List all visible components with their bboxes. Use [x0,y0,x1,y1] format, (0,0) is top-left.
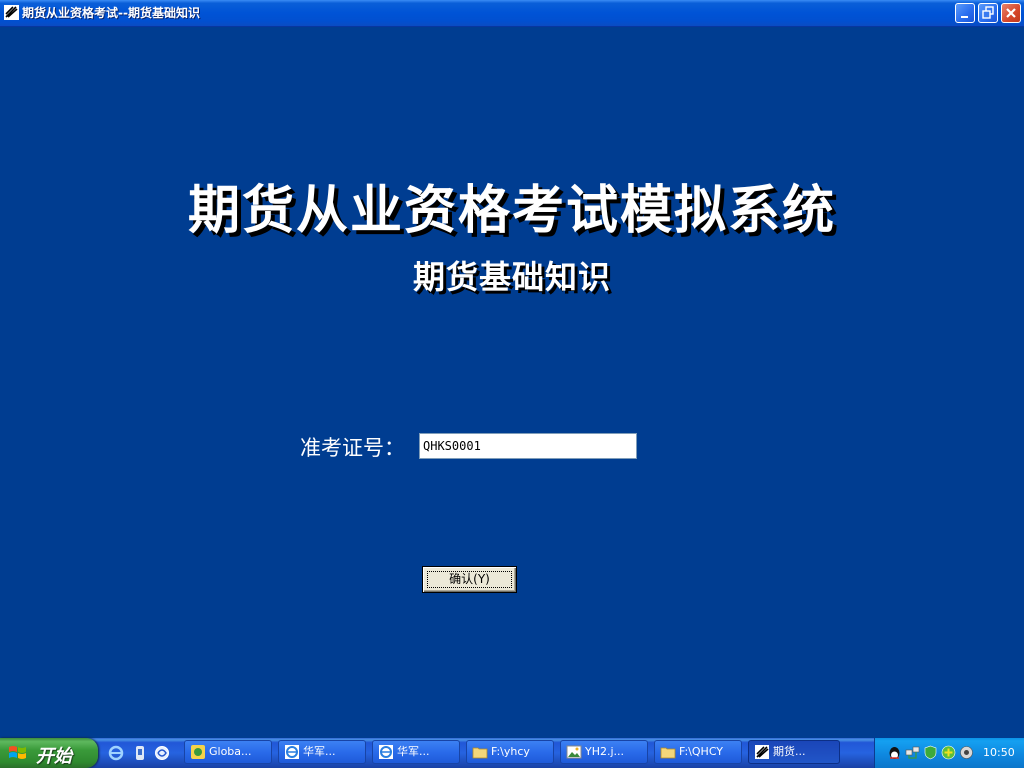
volume-icon[interactable] [959,745,974,760]
system-tray: 10:50 [874,738,1024,768]
folder-icon [472,747,488,759]
system-title: 期货从业资格考试模拟系统 [187,181,836,241]
media-icon[interactable] [132,745,148,761]
ie-icon[interactable] [108,745,124,761]
task-label: 华军... [397,745,430,758]
windows-logo-icon [9,746,26,759]
confirm-button[interactable]: 确认(Y) [422,566,517,593]
task-label: F:\yhcy [491,745,530,758]
task-button-huajun-1[interactable]: 华军... [278,740,366,764]
clock: 10:50 [983,746,1015,759]
restore-icon [982,6,994,19]
task-button-futures-app[interactable]: 期货... [748,740,840,764]
task-button-folder-qhcy[interactable]: F:\QHCY [654,740,742,764]
ie-icon [285,745,299,759]
task-button-huajun-2[interactable]: 华军... [372,740,460,764]
qq-icon[interactable] [887,745,902,760]
exam-id-label: 准考证号： [300,436,405,460]
browser-icon[interactable] [154,745,170,761]
task-button-folder-yhcy[interactable]: F:\yhcy [466,740,554,764]
task-label: F:\QHCY [679,745,724,758]
task-label: YH2.j... [585,745,625,758]
shield-icon[interactable] [923,745,938,760]
folder-icon [660,747,676,759]
task-button-image[interactable]: YH2.j... [560,740,648,764]
start-button[interactable]: 开始 [0,738,98,768]
plus-icon[interactable] [941,745,956,760]
minimize-icon [961,16,968,18]
task-label: 华军... [303,745,336,758]
app-icon [4,5,19,20]
subject-title: 期货基础知识 [412,258,611,296]
close-icon [1006,8,1016,18]
title-bar[interactable]: 期货从业资格考试--期货基础知识 [0,0,1024,27]
exam-id-input[interactable] [419,433,637,459]
image-icon [566,745,582,759]
start-label: 开始 [36,746,72,767]
task-label: 期货... [773,745,806,758]
close-button[interactable] [1001,3,1021,23]
minimize-button[interactable] [955,3,975,23]
task-button-global[interactable]: Globa... [184,740,272,764]
restore-button[interactable] [978,3,998,23]
app-icon [755,745,769,759]
window-title: 期货从业资格考试--期货基础知识 [22,6,200,20]
ie-icon [379,745,393,759]
network-icon[interactable] [905,745,920,760]
task-label: Globa... [209,745,252,758]
messenger-icon [191,745,205,759]
